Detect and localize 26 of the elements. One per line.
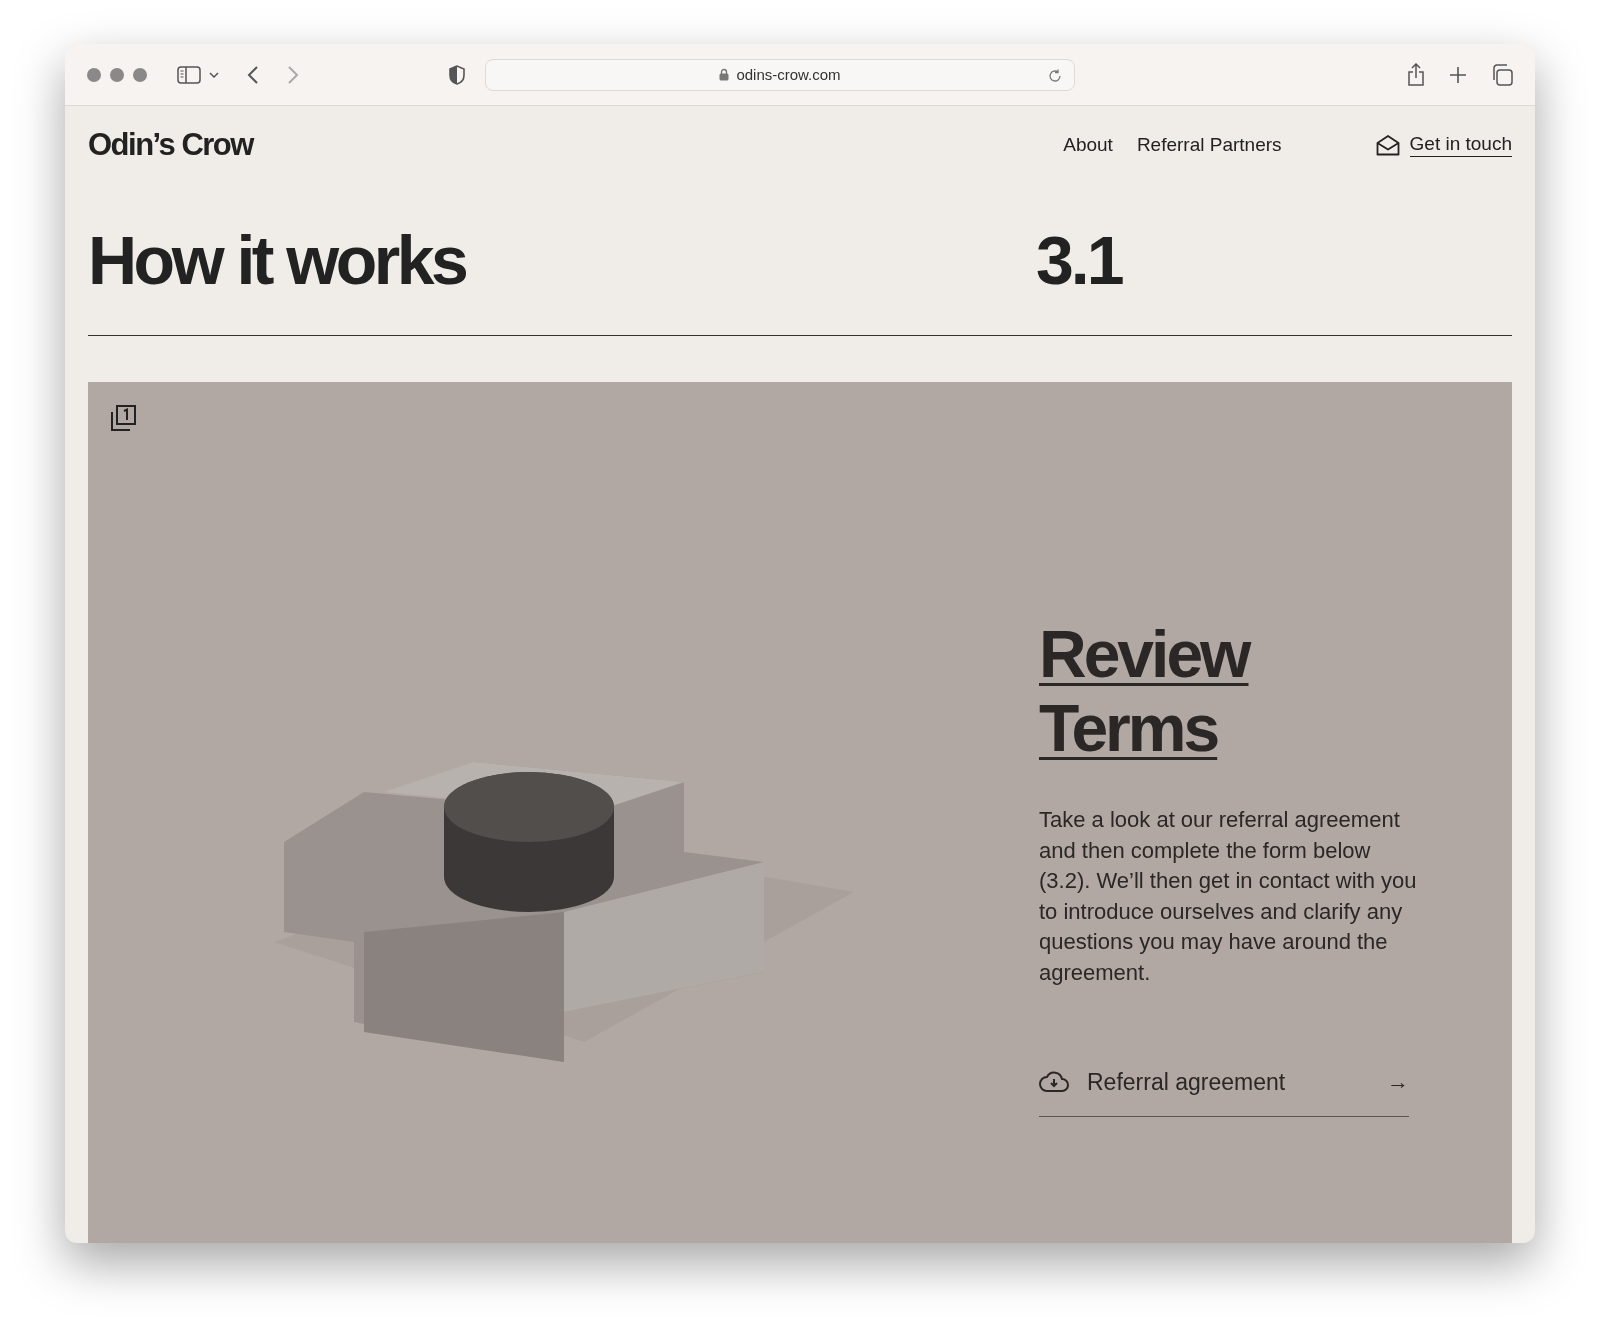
- window-control-icon[interactable]: [110, 67, 124, 82]
- sidebar-icon[interactable]: [177, 65, 201, 84]
- lock-icon: [719, 68, 730, 81]
- chevron-down-icon[interactable]: [209, 71, 219, 78]
- cloud-download-icon: [1039, 1071, 1069, 1094]
- envelope-icon: [1375, 134, 1400, 156]
- shield-icon[interactable]: [449, 64, 465, 85]
- description-text: Take a look at our referral agreement and then complete the form below (3.2). We’ll then get in contact with you to introduce ourselves and clarify any questions you may have around the agreement.: [1039, 806, 1418, 987]
- get-in-touch-link[interactable]: Get in touch: [1375, 133, 1512, 157]
- url-text: odins-crow.com: [736, 66, 841, 83]
- window-control-icon[interactable]: [87, 67, 101, 82]
- new-tab-icon[interactable]: [1449, 65, 1467, 84]
- address-bar[interactable]: odins-crow.com: [485, 58, 1075, 91]
- download-link[interactable]: Referral agreement →: [1039, 1068, 1409, 1117]
- share-icon[interactable]: [1407, 62, 1425, 87]
- tabs-overview-icon[interactable]: [1491, 63, 1513, 86]
- back-icon[interactable]: [247, 65, 259, 84]
- section-number: 3.1: [1036, 220, 1122, 299]
- reload-icon[interactable]: [1048, 68, 1062, 83]
- nav-link[interactable]: Referral Partners: [1136, 134, 1282, 156]
- site-logo[interactable]: Odin’s Crow: [88, 127, 253, 163]
- stacked-pages-icon: [110, 404, 138, 432]
- window-control-icon[interactable]: [133, 67, 147, 82]
- section-title: How it works: [88, 220, 467, 299]
- nav-link[interactable]: About: [1063, 134, 1113, 156]
- review-terms-heading[interactable]: Review Terms: [1039, 617, 1419, 765]
